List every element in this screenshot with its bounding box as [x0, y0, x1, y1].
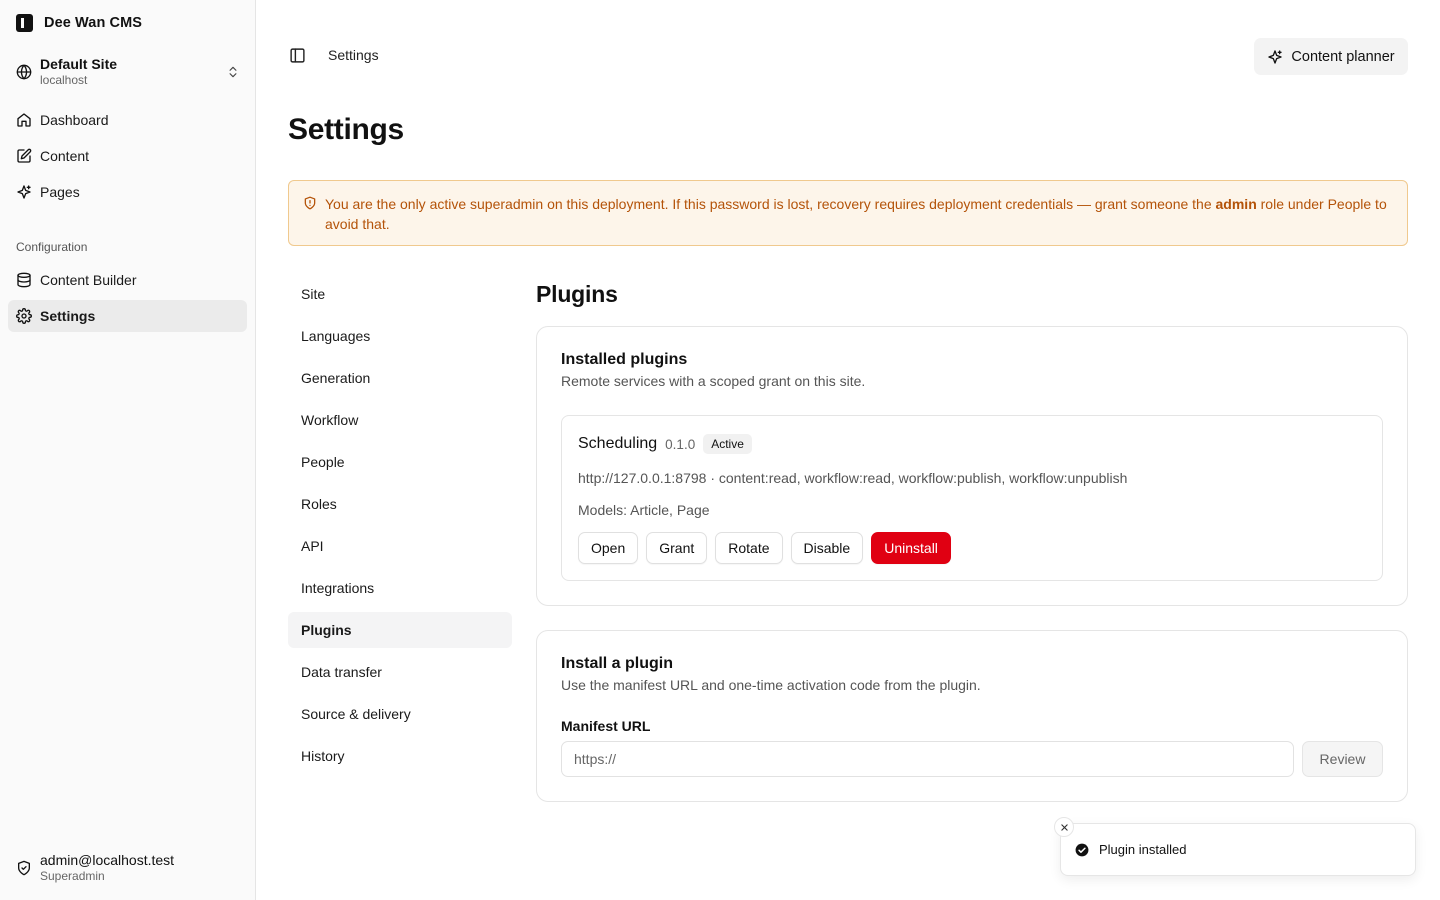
- disable-button[interactable]: Disable: [790, 532, 864, 564]
- plugin-endpoint-scopes: http://127.0.0.1:8798 · content:read, wo…: [578, 470, 1128, 486]
- review-button[interactable]: Review: [1302, 741, 1383, 777]
- sidebar-item-label: Dashboard: [40, 112, 109, 128]
- page-title: Settings: [288, 113, 404, 146]
- check-circle-icon: [1075, 843, 1089, 857]
- section-title: Plugins: [536, 281, 618, 307]
- alert-text: You are the only active superadmin on th…: [325, 196, 1216, 212]
- subnav-item-generation[interactable]: Generation: [288, 360, 512, 396]
- superadmin-warning: You are the only active superadmin on th…: [288, 180, 1408, 246]
- plugin-name: Scheduling: [578, 435, 658, 452]
- sidebar-item-settings[interactable]: Settings: [8, 300, 247, 332]
- sidebar-section-label: Configuration: [16, 240, 88, 254]
- edit-icon: [16, 148, 32, 164]
- uninstall-button[interactable]: Uninstall: [871, 532, 951, 564]
- toast-message: Plugin installed: [1099, 842, 1187, 857]
- brand[interactable]: Dee Wan CMS: [16, 14, 142, 32]
- sidebar-item-label: Content Builder: [40, 272, 137, 288]
- installed-plugins-card: Installed plugins Remote services with a…: [536, 326, 1408, 606]
- user-role: Superadmin: [40, 869, 105, 883]
- sidebar-item-label: Settings: [40, 308, 96, 324]
- subnav-item-site[interactable]: Site: [288, 276, 512, 312]
- rotate-button[interactable]: Rotate: [715, 532, 783, 564]
- site-host: localhost: [40, 73, 88, 87]
- plugin-models: Models: Article, Page: [578, 502, 710, 518]
- gear-icon: [16, 308, 32, 324]
- breadcrumb: Settings: [328, 47, 379, 63]
- chevrons-up-down-icon: [226, 65, 240, 79]
- database-icon: [16, 272, 32, 288]
- subnav-item-people[interactable]: People: [288, 444, 512, 480]
- open-button[interactable]: Open: [578, 532, 639, 564]
- sidebar-item-pages[interactable]: Pages: [8, 176, 247, 208]
- subnav-item-source-delivery[interactable]: Source & delivery: [288, 696, 512, 732]
- subnav-item-integrations[interactable]: Integrations: [288, 570, 512, 606]
- card-title: Installed plugins: [561, 351, 688, 368]
- alert-role-name: admin: [1215, 196, 1257, 212]
- content-planner-label: Content planner: [1291, 48, 1395, 65]
- subnav-item-workflow[interactable]: Workflow: [288, 402, 512, 438]
- subnav-item-languages[interactable]: Languages: [288, 318, 512, 354]
- sidebar-item-dashboard[interactable]: Dashboard: [8, 104, 247, 136]
- home-icon: [16, 112, 32, 128]
- close-icon[interactable]: [1054, 817, 1074, 837]
- toast-notification: Plugin installed: [1054, 817, 1416, 876]
- content-planner-button[interactable]: Content planner: [1254, 38, 1408, 75]
- grant-button[interactable]: Grant: [646, 532, 708, 564]
- user-email: admin@localhost.test: [40, 852, 175, 868]
- plugin-item: Scheduling 0.1.0 Active http://127.0.0.1…: [561, 415, 1383, 581]
- app-name: Dee Wan CMS: [44, 15, 143, 31]
- sparkles-icon: [1267, 49, 1283, 65]
- shield-check-icon: [16, 860, 32, 876]
- subnav-item-data-transfer[interactable]: Data transfer: [288, 654, 512, 690]
- brand-logo-icon: [16, 14, 33, 32]
- shield-alert-icon: [303, 196, 317, 210]
- card-description: Remote services with a scoped grant on t…: [561, 373, 866, 389]
- sidebar-item-label: Pages: [40, 184, 80, 200]
- card-description: Use the manifest URL and one-time activa…: [561, 677, 981, 693]
- subnav-item-api[interactable]: API: [288, 528, 512, 564]
- site-switcher[interactable]: Default Site localhost: [8, 50, 248, 94]
- subnav-item-roles[interactable]: Roles: [288, 486, 512, 522]
- card-title: Install a plugin: [561, 655, 674, 672]
- settings-subnav: Site Languages Generation Workflow Peopl…: [288, 276, 512, 780]
- site-name: Default Site: [40, 56, 118, 72]
- subnav-item-history[interactable]: History: [288, 738, 512, 774]
- user-menu[interactable]: admin@localhost.test Superadmin: [8, 848, 248, 888]
- sidebar-toggle-icon[interactable]: [289, 47, 306, 64]
- subnav-item-plugins[interactable]: Plugins: [288, 612, 512, 648]
- sparkles-icon: [16, 184, 32, 200]
- sidebar-item-content[interactable]: Content: [8, 140, 247, 172]
- sidebar-item-label: Content: [40, 148, 90, 164]
- install-plugin-card: Install a plugin Use the manifest URL an…: [536, 630, 1408, 802]
- plugin-version: 0.1.0: [665, 436, 696, 452]
- status-badge: Active: [703, 434, 752, 454]
- sidebar-item-content-builder[interactable]: Content Builder: [8, 264, 247, 296]
- manifest-url-label: Manifest URL: [561, 718, 651, 734]
- globe-icon: [16, 64, 32, 80]
- manifest-url-input[interactable]: [561, 741, 1294, 777]
- sidebar: Dee Wan CMS Default Site localhost Dashb…: [0, 0, 256, 900]
